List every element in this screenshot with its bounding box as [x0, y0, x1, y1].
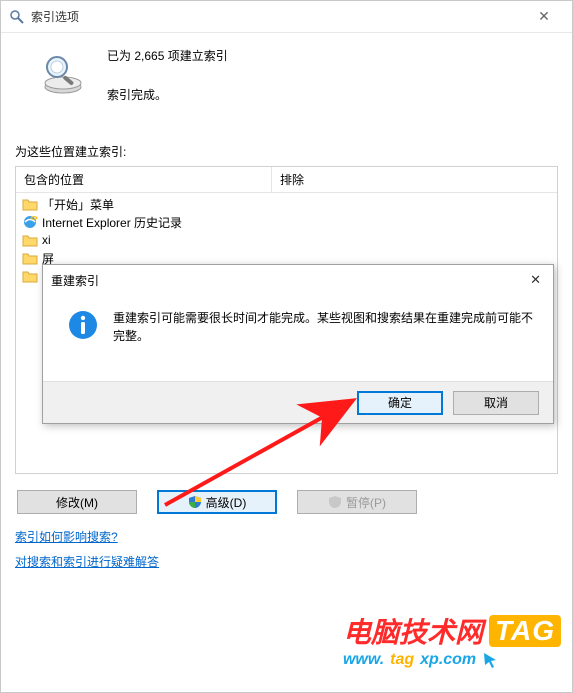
location-label: Internet Explorer 历史记录 [42, 214, 182, 231]
location-label: xi [42, 233, 51, 247]
modify-button[interactable]: 修改(M) [17, 490, 137, 514]
rebuild-index-dialog: 重建索引 ✕ 重建索引可能需要很长时间才能完成。某些视图和搜索结果在重建完成前可… [42, 264, 554, 424]
locations-header: 包含的位置 排除 [16, 167, 557, 193]
window-title: 索引选项 [31, 8, 524, 25]
modal-close-button[interactable]: ✕ [505, 272, 545, 288]
pause-button: 暂停(P) [297, 490, 417, 514]
col-excluded-header[interactable]: 排除 [272, 167, 557, 192]
folder-icon [22, 251, 38, 265]
button-row: 修改(M) 高级(D) 暂停(P) [15, 490, 558, 514]
ok-button-label: 确定 [388, 394, 412, 411]
indexed-count-text: 已为 2,665 项建立索引 [107, 47, 228, 64]
titlebar: 索引选项 ✕ [1, 1, 572, 33]
shield-icon [188, 495, 202, 509]
ie-icon [22, 214, 38, 230]
modal-buttons: 确定 取消 [43, 381, 553, 423]
modal-message: 重建索引可能需要很长时间才能完成。某些视图和搜索结果在重建完成前可能不完整。 [113, 309, 533, 345]
folder-icon [22, 197, 38, 211]
locations-label: 为这些位置建立索引: [15, 143, 558, 160]
shield-icon [328, 495, 342, 509]
folder-icon [22, 269, 38, 283]
cancel-button[interactable]: 取消 [453, 391, 539, 415]
modal-body: 重建索引可能需要很长时间才能完成。某些视图和搜索结果在重建完成前可能不完整。 [43, 295, 553, 355]
modify-button-label: 修改(M) [56, 494, 98, 511]
index-status-text: 索引完成。 [107, 86, 228, 103]
help-links: 索引如何影响搜索? 对搜索和索引进行疑难解答 [15, 528, 558, 578]
status-area: 已为 2,665 项建立索引 索引完成。 [15, 45, 558, 103]
magnifier-drive-icon [39, 51, 87, 99]
pause-button-label: 暂停(P) [346, 494, 386, 511]
close-button[interactable]: ✕ [524, 8, 564, 25]
status-texts: 已为 2,665 项建立索引 索引完成。 [107, 45, 228, 103]
cancel-button-label: 取消 [484, 394, 508, 411]
list-item[interactable]: xi [16, 231, 557, 249]
modal-titlebar: 重建索引 ✕ [43, 265, 553, 295]
advanced-button-label: 高级(D) [206, 494, 247, 511]
advanced-button[interactable]: 高级(D) [157, 490, 277, 514]
col-included-header[interactable]: 包含的位置 [16, 167, 272, 192]
help-link-troubleshoot[interactable]: 对搜索和索引进行疑难解答 [15, 553, 159, 570]
ok-button[interactable]: 确定 [357, 391, 443, 415]
search-index-icon [9, 9, 25, 25]
modal-title: 重建索引 [51, 272, 505, 289]
info-icon [67, 309, 99, 341]
help-link-search[interactable]: 索引如何影响搜索? [15, 528, 118, 545]
list-item[interactable]: Internet Explorer 历史记录 [16, 213, 557, 231]
location-label: 「开始」菜单 [42, 196, 114, 213]
list-item[interactable]: 「开始」菜单 [16, 195, 557, 213]
folder-icon [22, 233, 38, 247]
